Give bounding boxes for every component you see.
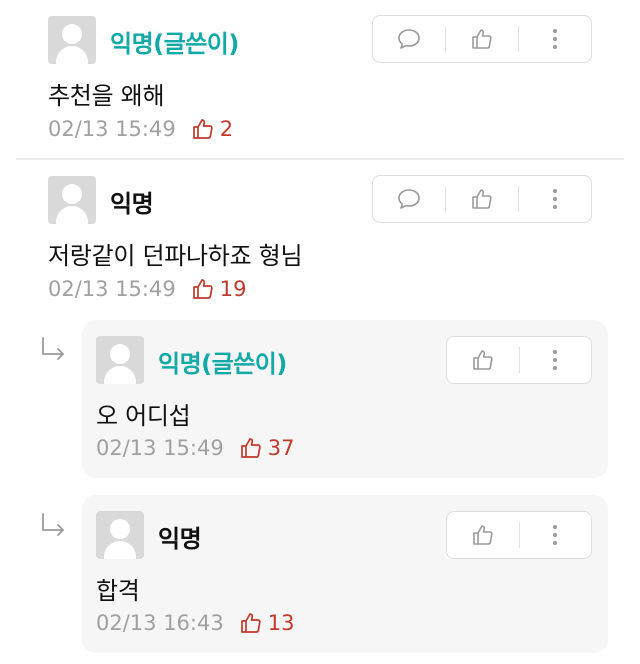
author-name: 익명	[158, 525, 202, 553]
thumbs-up-icon	[472, 350, 493, 370]
author-name: 익명	[110, 190, 154, 218]
reply-button[interactable]	[373, 16, 445, 62]
like-button[interactable]	[447, 337, 519, 383]
reply-item: 익명 합격 02/13 16:43 13	[82, 495, 608, 653]
reply-button[interactable]	[373, 176, 445, 222]
reply-meta: 02/13 15:49 37	[96, 436, 294, 460]
reply-actions	[446, 511, 592, 559]
reply-meta: 02/13 16:43 13	[96, 611, 294, 635]
like-count: 2	[192, 117, 233, 141]
thumbs-up-icon	[192, 119, 213, 139]
timestamp: 02/13 16:43	[96, 611, 224, 635]
reply-arrow-icon	[42, 337, 64, 360]
thumbs-up-icon	[472, 29, 492, 49]
like-button[interactable]	[446, 16, 518, 62]
like-count: 37	[240, 436, 295, 460]
comment-text: 저랑같이 던파나하죠 형님	[48, 242, 303, 270]
comment-meta: 02/13 15:49 2	[48, 117, 233, 141]
reply-actions	[446, 336, 592, 384]
more-vertical-icon	[553, 350, 558, 370]
thumbs-up-icon	[192, 279, 213, 299]
reply-text: 합격	[96, 577, 140, 605]
comment-actions	[372, 15, 592, 63]
avatar[interactable]	[48, 176, 96, 224]
thumbs-up-icon	[240, 438, 261, 458]
author-name: 익명(글쓴이)	[110, 30, 239, 58]
like-number: 2	[219, 117, 234, 141]
avatar[interactable]	[96, 336, 144, 384]
more-button[interactable]	[519, 176, 591, 222]
more-vertical-icon	[553, 189, 557, 209]
thumbs-up-icon	[472, 525, 493, 545]
thumbs-up-icon	[472, 189, 492, 209]
more-button[interactable]	[520, 512, 592, 558]
thumbs-up-icon	[240, 613, 261, 633]
more-vertical-icon	[553, 525, 558, 545]
timestamp: 02/13 15:49	[96, 436, 224, 460]
more-vertical-icon	[553, 29, 557, 49]
reply-item: 익명(글쓴이) 오 어디섭 02/13 15:49 37	[82, 320, 608, 478]
comment-item: 익명(글쓴이) 추천을 왜해 02/13 15:49 2	[0, 0, 640, 158]
avatar[interactable]	[48, 16, 96, 64]
more-button[interactable]	[519, 16, 591, 62]
avatar[interactable]	[96, 511, 144, 559]
comment-icon	[398, 29, 420, 49]
comment-item: 익명 저랑같이 던파나하죠 형님 02/13 15:49 19	[0, 160, 640, 320]
like-button[interactable]	[447, 512, 519, 558]
reply-arrow-icon	[42, 513, 64, 536]
reply-text: 오 어디섭	[96, 402, 191, 430]
like-button[interactable]	[446, 176, 518, 222]
like-count: 13	[240, 611, 295, 635]
like-number: 37	[267, 436, 295, 460]
timestamp: 02/13 15:49	[48, 117, 176, 141]
like-number: 13	[267, 611, 295, 635]
like-count: 19	[192, 277, 247, 301]
more-button[interactable]	[520, 337, 592, 383]
like-number: 19	[219, 277, 247, 301]
author-name: 익명(글쓴이)	[158, 350, 287, 378]
comment-icon	[398, 189, 420, 209]
comment-actions	[372, 175, 592, 223]
comment-text: 추천을 왜해	[48, 82, 165, 110]
comment-meta: 02/13 15:49 19	[48, 277, 246, 301]
timestamp: 02/13 15:49	[48, 277, 176, 301]
